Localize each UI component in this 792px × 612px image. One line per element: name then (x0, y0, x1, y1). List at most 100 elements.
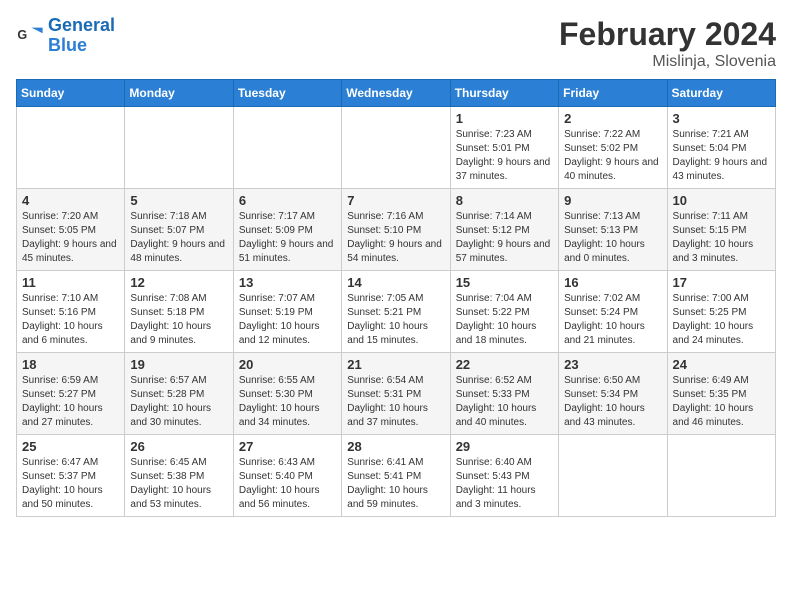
calendar-cell: 18 Sunrise: 6:59 AMSunset: 5:27 PMDayligh… (17, 353, 125, 435)
calendar-cell: 8Sunrise: 7:14 AMSunset: 5:12 PMDaylight… (450, 189, 558, 271)
day-info: Sunrise: 7:13 AMSunset: 5:13 PMDaylight:… (564, 210, 661, 266)
calendar-cell (125, 107, 233, 189)
calendar-cell: 3 Sunrise: 7:21 AMSunset: 5:04 PMDaylight… (667, 107, 775, 189)
calendar-cell: 7Sunrise: 7:16 AMSunset: 5:10 PMDaylight… (342, 189, 450, 271)
day-number: 11 (22, 275, 119, 290)
day-number: 19 (130, 357, 227, 372)
calendar-cell: 14 Sunrise: 7:05 AMSunset: 5:21 PMDayligh… (342, 271, 450, 353)
calendar-header-row: SundayMondayTuesdayWednesdayThursdayFrid… (17, 80, 776, 107)
day-info: Sunrise: 7:17 AMSunset: 5:09 PMDaylight:… (239, 210, 336, 266)
calendar-cell: 9 Sunrise: 7:13 AMSunset: 5:13 PMDaylight… (559, 189, 667, 271)
day-info: Sunrise: 6:47 AMSunset: 5:37 PMDaylight:… (22, 456, 119, 512)
day-number: 26 (130, 439, 227, 454)
weekday-header-sunday: Sunday (17, 80, 125, 107)
calendar-cell: 1Sunrise: 7:23 AMSunset: 5:01 PMDaylight… (450, 107, 558, 189)
calendar-cell: 28 Sunrise: 6:41 AMSunset: 5:41 PMDayligh… (342, 435, 450, 517)
logo-text: General Blue (48, 16, 115, 56)
weekday-header-saturday: Saturday (667, 80, 775, 107)
calendar-cell (233, 107, 341, 189)
day-number: 17 (673, 275, 770, 290)
day-info: Sunrise: 7:00 AMSunset: 5:25 PMDaylight:… (673, 292, 770, 348)
calendar-cell: 2 Sunrise: 7:22 AMSunset: 5:02 PMDaylight… (559, 107, 667, 189)
calendar-cell: 27 Sunrise: 6:43 AMSunset: 5:40 PMDayligh… (233, 435, 341, 517)
calendar-cell: 15Sunrise: 7:04 AMSunset: 5:22 PMDayligh… (450, 271, 558, 353)
day-number: 12 (130, 275, 227, 290)
day-number: 15 (456, 275, 553, 290)
calendar-cell: 25Sunrise: 6:47 AMSunset: 5:37 PMDayligh… (17, 435, 125, 517)
calendar-table: SundayMondayTuesdayWednesdayThursdayFrid… (16, 79, 776, 517)
day-info: Sunrise: 6:40 AMSunset: 5:43 PMDaylight:… (456, 456, 553, 512)
day-number: 6 (239, 193, 336, 208)
day-info: Sunrise: 6:54 AMSunset: 5:31 PMDaylight:… (347, 374, 444, 430)
calendar-week-5: 25Sunrise: 6:47 AMSunset: 5:37 PMDayligh… (17, 435, 776, 517)
calendar-cell: 11 Sunrise: 7:10 AMSunset: 5:16 PMDayligh… (17, 271, 125, 353)
calendar-cell: 20 Sunrise: 6:55 AMSunset: 5:30 PMDayligh… (233, 353, 341, 435)
day-number: 3 (673, 111, 770, 126)
calendar-cell: 17 Sunrise: 7:00 AMSunset: 5:25 PMDayligh… (667, 271, 775, 353)
day-number: 2 (564, 111, 661, 126)
page-header: G General Blue February 2024 Mislinja, S… (16, 16, 776, 71)
calendar-cell: 5Sunrise: 7:18 AMSunset: 5:07 PMDaylight… (125, 189, 233, 271)
calendar-cell (17, 107, 125, 189)
logo: G General Blue (16, 16, 115, 56)
calendar-cell: 23Sunrise: 6:50 AMSunset: 5:34 PMDayligh… (559, 353, 667, 435)
calendar-cell (559, 435, 667, 517)
day-info: Sunrise: 6:45 AMSunset: 5:38 PMDaylight:… (130, 456, 227, 512)
logo-line1: General (48, 15, 115, 35)
weekday-header-wednesday: Wednesday (342, 80, 450, 107)
calendar-cell: 6 Sunrise: 7:17 AMSunset: 5:09 PMDaylight… (233, 189, 341, 271)
day-info: Sunrise: 6:43 AMSunset: 5:40 PMDaylight:… (239, 456, 336, 512)
calendar-cell: 12 Sunrise: 7:08 AMSunset: 5:18 PMDayligh… (125, 271, 233, 353)
svg-text:G: G (17, 28, 27, 42)
calendar-cell: 21 Sunrise: 6:54 AMSunset: 5:31 PMDayligh… (342, 353, 450, 435)
day-number: 27 (239, 439, 336, 454)
day-info: Sunrise: 6:50 AMSunset: 5:34 PMDaylight:… (564, 374, 661, 430)
day-number: 13 (239, 275, 336, 290)
day-number: 28 (347, 439, 444, 454)
month-title: February 2024 (559, 16, 776, 53)
day-info: Sunrise: 7:07 AMSunset: 5:19 PMDaylight:… (239, 292, 336, 348)
day-info: Sunrise: 6:55 AMSunset: 5:30 PMDaylight:… (239, 374, 336, 430)
day-info: Sunrise: 7:10 AMSunset: 5:16 PMDaylight:… (22, 292, 119, 348)
calendar-week-2: 4 Sunrise: 7:20 AMSunset: 5:05 PMDaylight… (17, 189, 776, 271)
day-info: Sunrise: 7:20 AMSunset: 5:05 PMDaylight:… (22, 210, 119, 266)
day-info: Sunrise: 6:57 AMSunset: 5:28 PMDaylight:… (130, 374, 227, 430)
day-info: Sunrise: 7:11 AMSunset: 5:15 PMDaylight:… (673, 210, 770, 266)
day-info: Sunrise: 7:18 AMSunset: 5:07 PMDaylight:… (130, 210, 227, 266)
day-number: 21 (347, 357, 444, 372)
calendar-cell: 22 Sunrise: 6:52 AMSunset: 5:33 PMDayligh… (450, 353, 558, 435)
day-number: 20 (239, 357, 336, 372)
calendar-cell: 29 Sunrise: 6:40 AMSunset: 5:43 PMDayligh… (450, 435, 558, 517)
day-info: Sunrise: 7:21 AMSunset: 5:04 PMDaylight:… (673, 128, 770, 184)
calendar-cell: 24Sunrise: 6:49 AMSunset: 5:35 PMDayligh… (667, 353, 775, 435)
day-number: 24 (673, 357, 770, 372)
day-number: 22 (456, 357, 553, 372)
day-info: Sunrise: 7:05 AMSunset: 5:21 PMDaylight:… (347, 292, 444, 348)
calendar-week-4: 18 Sunrise: 6:59 AMSunset: 5:27 PMDayligh… (17, 353, 776, 435)
weekday-header-tuesday: Tuesday (233, 80, 341, 107)
day-number: 29 (456, 439, 553, 454)
location-subtitle: Mislinja, Slovenia (559, 53, 776, 71)
day-info: Sunrise: 6:59 AMSunset: 5:27 PMDaylight:… (22, 374, 119, 430)
day-number: 8 (456, 193, 553, 208)
calendar-body: 1Sunrise: 7:23 AMSunset: 5:01 PMDaylight… (17, 107, 776, 517)
day-number: 9 (564, 193, 661, 208)
day-info: Sunrise: 7:08 AMSunset: 5:18 PMDaylight:… (130, 292, 227, 348)
day-number: 7 (347, 193, 444, 208)
day-number: 14 (347, 275, 444, 290)
calendar-week-1: 1Sunrise: 7:23 AMSunset: 5:01 PMDaylight… (17, 107, 776, 189)
calendar-cell: 19 Sunrise: 6:57 AMSunset: 5:28 PMDayligh… (125, 353, 233, 435)
logo-line2: Blue (48, 35, 87, 55)
day-number: 18 (22, 357, 119, 372)
day-number: 4 (22, 193, 119, 208)
logo-icon: G (16, 22, 44, 50)
calendar-cell: 13 Sunrise: 7:07 AMSunset: 5:19 PMDayligh… (233, 271, 341, 353)
calendar-cell: 26 Sunrise: 6:45 AMSunset: 5:38 PMDayligh… (125, 435, 233, 517)
calendar-cell (667, 435, 775, 517)
day-info: Sunrise: 6:52 AMSunset: 5:33 PMDaylight:… (456, 374, 553, 430)
calendar-week-3: 11 Sunrise: 7:10 AMSunset: 5:16 PMDayligh… (17, 271, 776, 353)
day-info: Sunrise: 7:22 AMSunset: 5:02 PMDaylight:… (564, 128, 661, 184)
day-info: Sunrise: 6:41 AMSunset: 5:41 PMDaylight:… (347, 456, 444, 512)
calendar-cell: 10Sunrise: 7:11 AMSunset: 5:15 PMDayligh… (667, 189, 775, 271)
weekday-header-thursday: Thursday (450, 80, 558, 107)
